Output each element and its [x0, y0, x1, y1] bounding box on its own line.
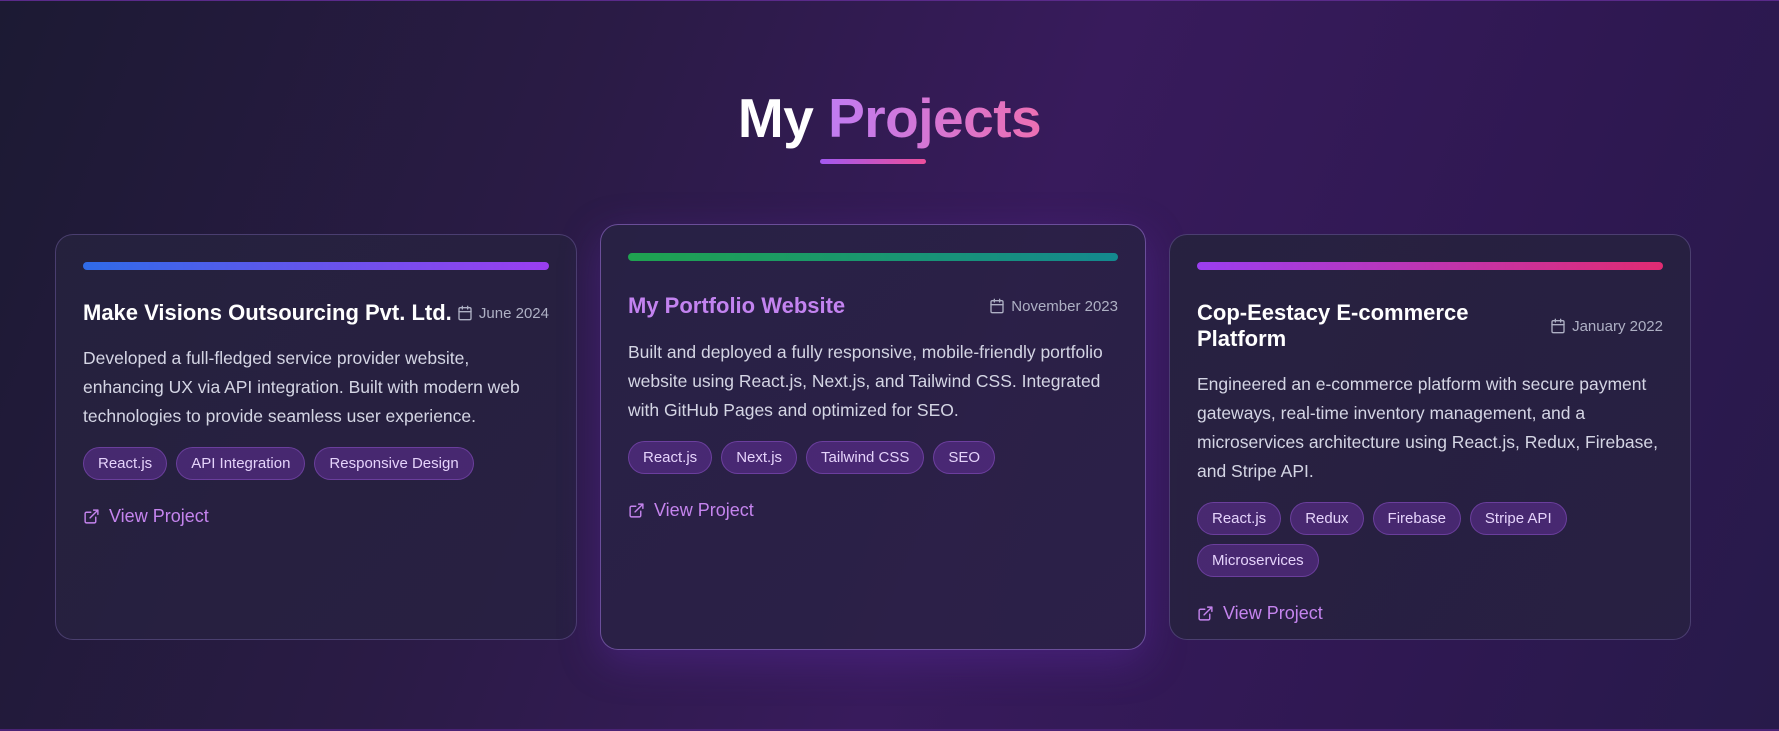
calendar-icon [458, 305, 472, 321]
tag: React.js [628, 441, 713, 474]
card-accent-bar [83, 262, 549, 270]
project-date-text: November 2023 [1011, 297, 1118, 315]
tag-list: React.js API Integration Responsive Desi… [83, 447, 549, 480]
external-link-icon [1198, 606, 1213, 621]
top-border [0, 0, 1779, 1]
calendar-icon [1551, 318, 1565, 334]
tag: SEO [933, 441, 996, 474]
external-link-icon [629, 503, 644, 518]
title-underline [820, 159, 926, 164]
project-date: January 2022 [1550, 318, 1663, 335]
project-title: My Portfolio Website [628, 293, 846, 318]
tag: React.js [1197, 502, 1282, 535]
view-project-link[interactable]: View Project [83, 506, 549, 527]
section-header: My Projects [0, 86, 1779, 150]
tag: Stripe API [1469, 502, 1567, 535]
tag: Firebase [1372, 502, 1461, 535]
tag: Tailwind CSS [806, 441, 925, 474]
view-project-label: View Project [654, 500, 754, 520]
tag: API Integration [176, 447, 306, 480]
tag: React.js [83, 447, 168, 480]
project-card-make-visions: Make Visions Outsourcing Pvt. Ltd. June … [55, 234, 577, 640]
tag-list: React.js Redux Firebase Stripe API Micro… [1197, 502, 1663, 577]
project-card-cop-eestacy: Cop-Eestacy E-commerce Platform January … [1169, 234, 1691, 640]
project-description: Engineered an e-commerce platform with s… [1197, 374, 1659, 481]
view-project-link[interactable]: View Project [628, 500, 1118, 521]
tag: Microservices [1197, 544, 1319, 577]
page-title: My Projects [0, 86, 1779, 150]
project-description: Built and deployed a fully responsive, m… [628, 342, 1103, 420]
calendar-icon [990, 298, 1004, 314]
card-accent-bar [628, 253, 1118, 261]
project-date: June 2024 [457, 305, 549, 322]
tag: Responsive Design [314, 447, 474, 480]
view-project-link[interactable]: View Project [1197, 603, 1663, 624]
project-date-text: June 2024 [478, 304, 549, 322]
title-plain: My [737, 87, 814, 149]
project-card-portfolio: My Portfolio Website November 2023 Built… [600, 224, 1146, 650]
card-accent-bar [1197, 262, 1663, 270]
tag: Redux [1290, 502, 1364, 535]
tag-list: React.js Next.js Tailwind CSS SEO [628, 441, 1118, 474]
title-accent: Projects [828, 87, 1042, 149]
external-link-icon [84, 509, 99, 524]
project-date-text: January 2022 [1572, 317, 1663, 335]
project-date: November 2023 [989, 298, 1118, 315]
view-project-label: View Project [1223, 603, 1323, 623]
project-title: Make Visions Outsourcing Pvt. Ltd. [83, 300, 452, 325]
tag: Next.js [721, 441, 798, 474]
view-project-label: View Project [109, 506, 209, 526]
project-description: Developed a full-fledged service provide… [83, 348, 520, 426]
project-title: Cop-Eestacy E-commerce Platform [1197, 300, 1469, 351]
